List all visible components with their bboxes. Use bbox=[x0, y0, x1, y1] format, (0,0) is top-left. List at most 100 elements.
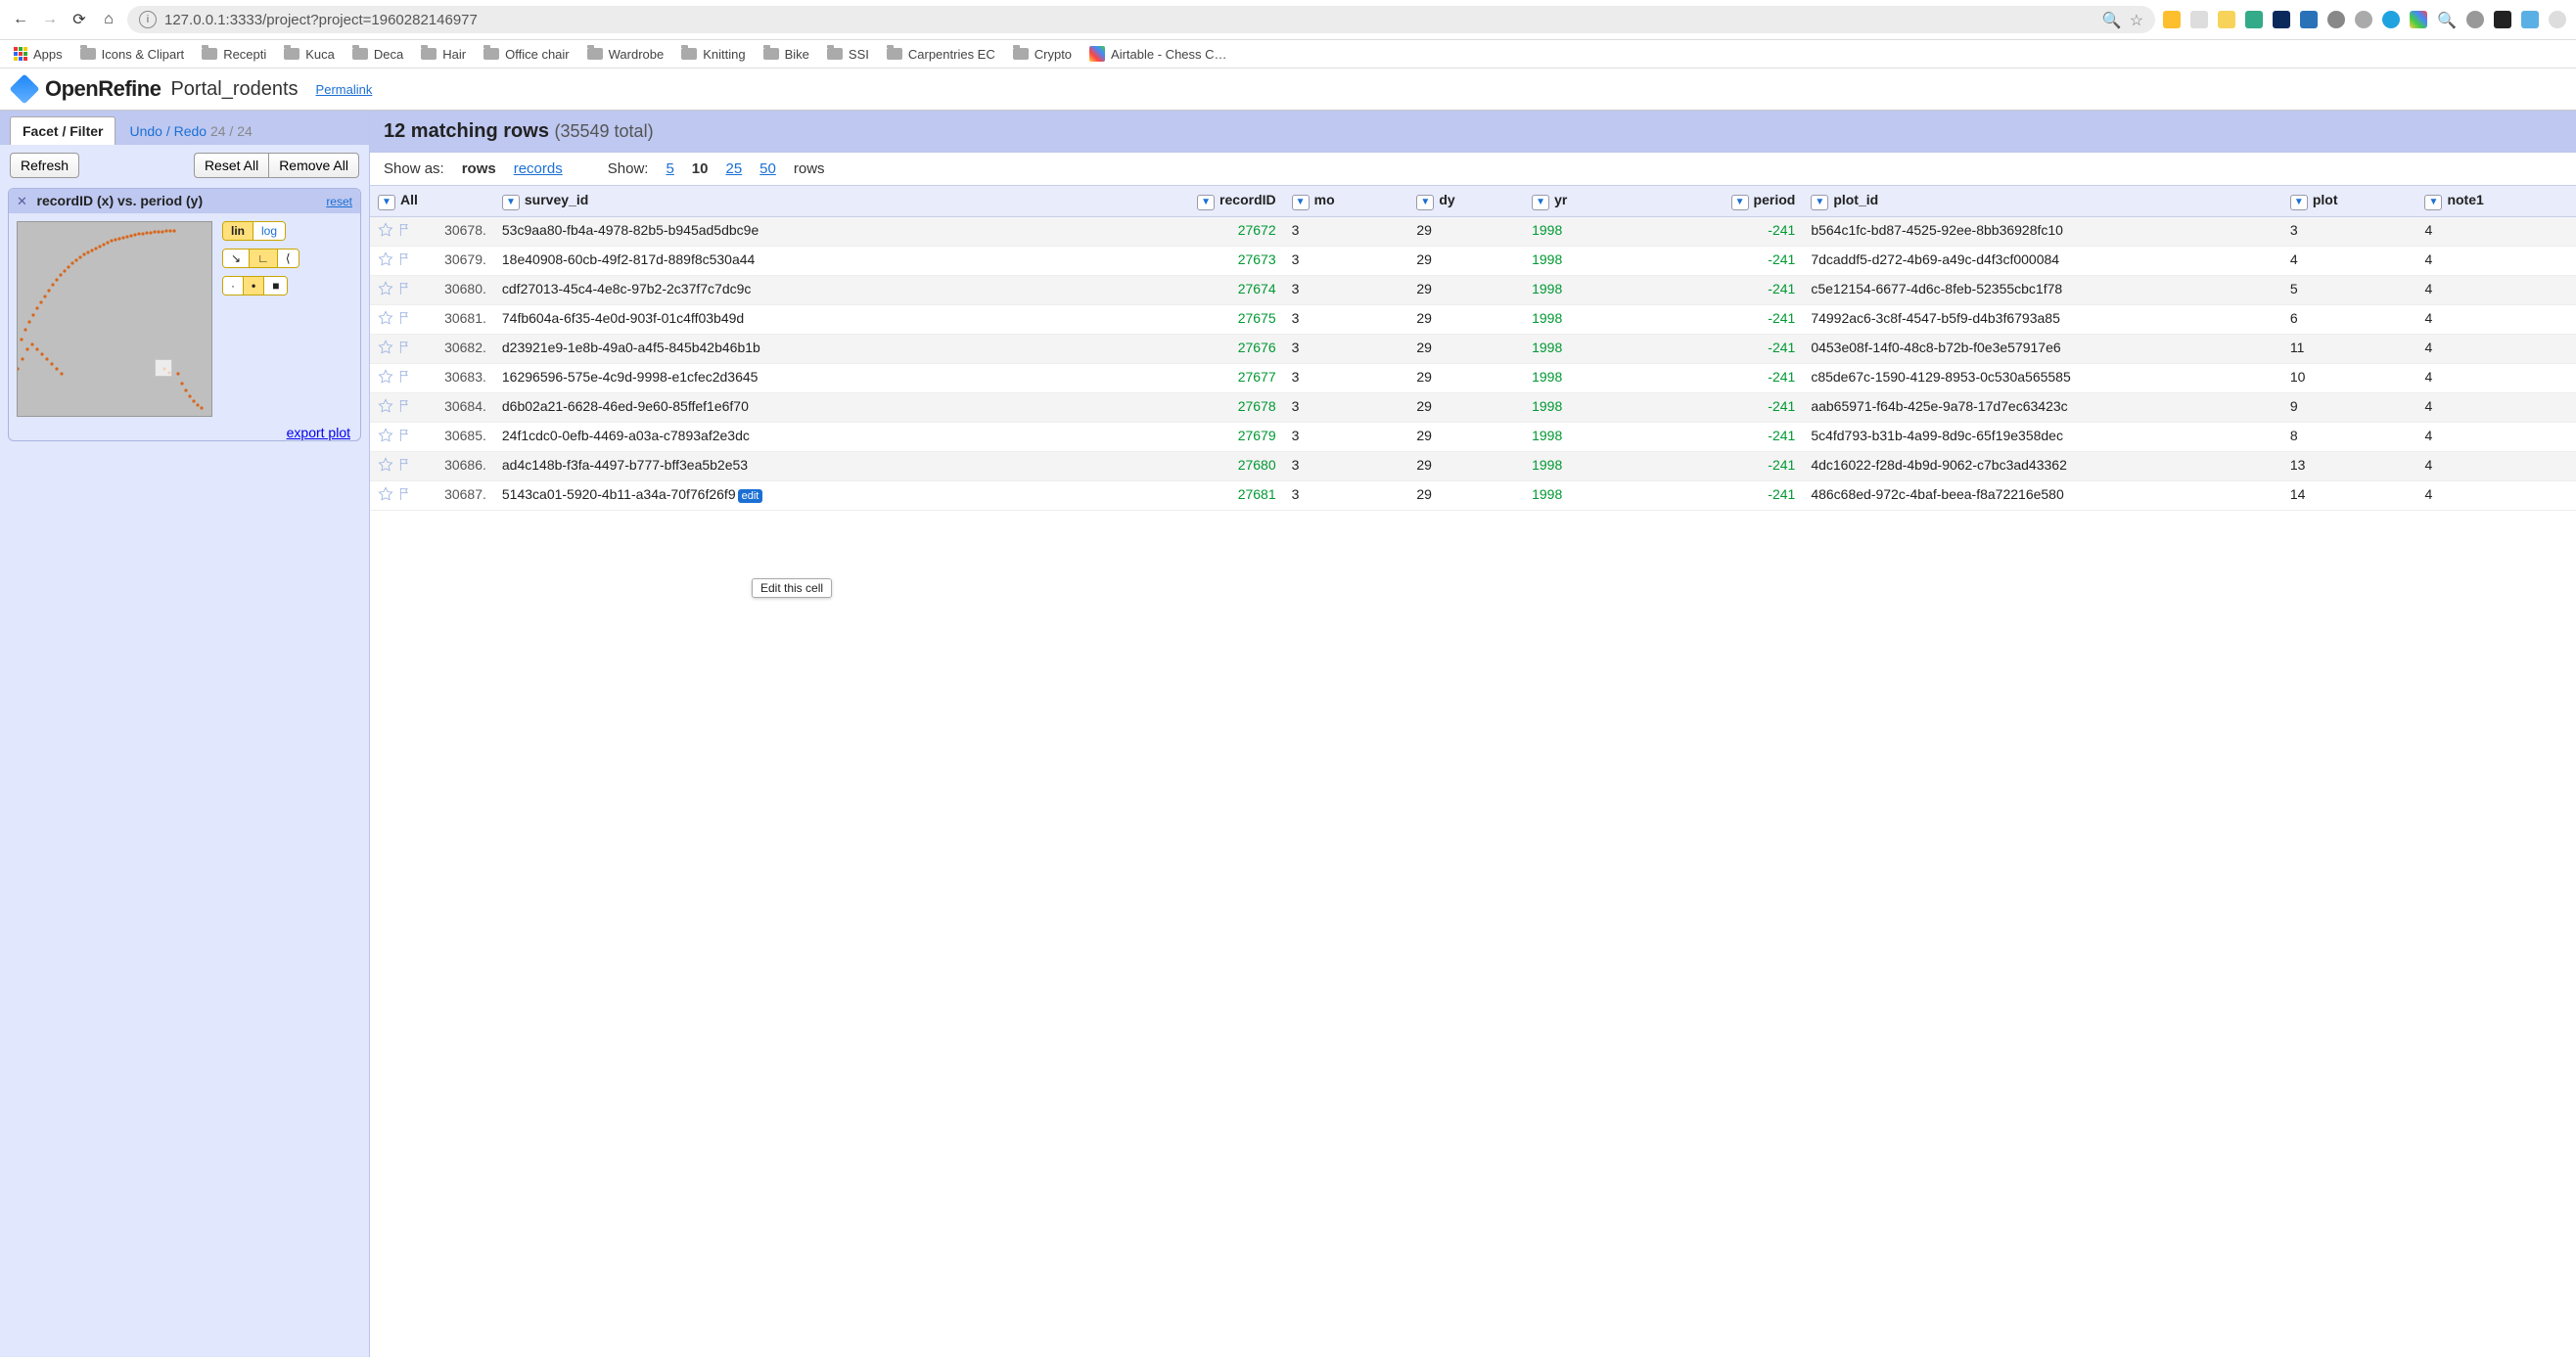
cell-note1[interactable]: 4 bbox=[2416, 452, 2576, 481]
bookmark-item[interactable]: Deca bbox=[352, 47, 403, 62]
cell-yr[interactable]: 1998 bbox=[1524, 481, 1633, 511]
cell-yr[interactable]: 1998 bbox=[1524, 335, 1633, 364]
cell-plot[interactable]: 6 bbox=[2282, 305, 2417, 335]
reload-button[interactable]: ⟳ bbox=[69, 9, 90, 30]
page-size-50[interactable]: 50 bbox=[759, 160, 776, 177]
flag-icon[interactable] bbox=[397, 428, 413, 443]
flag-icon[interactable] bbox=[397, 398, 413, 414]
ext-icon[interactable] bbox=[2494, 11, 2511, 28]
cell-note1[interactable]: 4 bbox=[2416, 335, 2576, 364]
permalink-link[interactable]: Permalink bbox=[316, 82, 373, 97]
bookmark-item[interactable]: Bike bbox=[763, 47, 809, 62]
cell-note1[interactable]: 4 bbox=[2416, 393, 2576, 423]
cell-recordid[interactable]: 27672 bbox=[1082, 217, 1284, 247]
cell-survey-id[interactable]: 53c9aa80-fb4a-4978-82b5-b945ad5dbc9e bbox=[494, 217, 1082, 247]
star-icon[interactable] bbox=[378, 222, 393, 238]
cell-dy[interactable]: 29 bbox=[1408, 217, 1524, 247]
cell-period[interactable]: -241 bbox=[1633, 217, 1803, 247]
cell-plot-id[interactable]: 0453e08f-14f0-48c8-b72b-f0e3e57917e6 bbox=[1803, 335, 2282, 364]
cell-yr[interactable]: 1998 bbox=[1524, 217, 1633, 247]
cell-recordid[interactable]: 27679 bbox=[1082, 423, 1284, 452]
ext-icon[interactable] bbox=[2466, 11, 2484, 28]
column-menu[interactable]: ▼ bbox=[1731, 195, 1749, 210]
cell-note1[interactable]: 4 bbox=[2416, 481, 2576, 511]
cell-plot[interactable]: 13 bbox=[2282, 452, 2417, 481]
cell-plot-id[interactable]: 5c4fd793-b31b-4a99-8d9c-65f19e358dec bbox=[1803, 423, 2282, 452]
page-size-10[interactable]: 10 bbox=[692, 160, 709, 177]
ext-icon[interactable] bbox=[2218, 11, 2235, 28]
column-menu[interactable]: ▼ bbox=[502, 195, 520, 210]
cell-dy[interactable]: 29 bbox=[1408, 423, 1524, 452]
cell-period[interactable]: -241 bbox=[1633, 393, 1803, 423]
cell-survey-id[interactable]: 16296596-575e-4c9d-9998-e1cfec2d3645 bbox=[494, 364, 1082, 393]
column-menu[interactable]: ▼ bbox=[1197, 195, 1215, 210]
tab-undo-redo[interactable]: Undo / Redo 24 / 24 bbox=[117, 117, 263, 145]
dot-opt[interactable]: ■ bbox=[264, 277, 287, 295]
cell-survey-id[interactable]: ad4c148b-f3fa-4497-b777-bff3ea5b2e53 bbox=[494, 452, 1082, 481]
cell-survey-id[interactable]: 74fb604a-6f35-4e0d-903f-01c4ff03b49d bbox=[494, 305, 1082, 335]
openrefine-logo-icon[interactable] bbox=[9, 73, 39, 104]
cell-yr[interactable]: 1998 bbox=[1524, 305, 1633, 335]
cell-yr[interactable]: 1998 bbox=[1524, 452, 1633, 481]
zoom-icon[interactable]: 🔍 bbox=[2102, 11, 2122, 28]
cell-plot[interactable]: 14 bbox=[2282, 481, 2417, 511]
cell-mo[interactable]: 3 bbox=[1284, 305, 1409, 335]
cell-yr[interactable]: 1998 bbox=[1524, 276, 1633, 305]
bookmark-apps[interactable]: Apps bbox=[14, 47, 63, 62]
flag-icon[interactable] bbox=[397, 486, 413, 502]
cell-recordid[interactable]: 27676 bbox=[1082, 335, 1284, 364]
bookmark-item[interactable]: Office chair bbox=[483, 47, 570, 62]
cell-mo[interactable]: 3 bbox=[1284, 276, 1409, 305]
cell-plot[interactable]: 9 bbox=[2282, 393, 2417, 423]
cell-note1[interactable]: 4 bbox=[2416, 364, 2576, 393]
reset-all-button[interactable]: Reset All bbox=[194, 153, 268, 178]
cell-period[interactable]: -241 bbox=[1633, 276, 1803, 305]
cell-survey-id[interactable]: d23921e9-1e8b-49a0-a4f5-845b42b46b1b bbox=[494, 335, 1082, 364]
address-bar[interactable]: i 127.0.0.1:3333/project?project=1960282… bbox=[127, 6, 2155, 33]
cell-dy[interactable]: 29 bbox=[1408, 305, 1524, 335]
star-icon[interactable] bbox=[378, 428, 393, 443]
cell-plot[interactable]: 10 bbox=[2282, 364, 2417, 393]
cell-dy[interactable]: 29 bbox=[1408, 481, 1524, 511]
cell-yr[interactable]: 1998 bbox=[1524, 393, 1633, 423]
show-as-records[interactable]: records bbox=[514, 160, 563, 177]
rot-opt[interactable]: ∟ bbox=[250, 250, 278, 267]
cell-yr[interactable]: 1998 bbox=[1524, 247, 1633, 276]
cell-plot-id[interactable]: 486c68ed-972c-4baf-beea-f8a72216e580 bbox=[1803, 481, 2282, 511]
flag-icon[interactable] bbox=[397, 222, 413, 238]
page-size-5[interactable]: 5 bbox=[666, 160, 673, 177]
cell-dy[interactable]: 29 bbox=[1408, 364, 1524, 393]
scale-lin[interactable]: lin bbox=[223, 222, 253, 240]
tab-facet-filter[interactable]: Facet / Filter bbox=[10, 116, 115, 145]
cell-note1[interactable]: 4 bbox=[2416, 423, 2576, 452]
cell-mo[interactable]: 3 bbox=[1284, 481, 1409, 511]
cell-note1[interactable]: 4 bbox=[2416, 276, 2576, 305]
cell-plot-id[interactable]: c85de67c-1590-4129-8953-0c530a565585 bbox=[1803, 364, 2282, 393]
cell-period[interactable]: -241 bbox=[1633, 452, 1803, 481]
scatter-selection[interactable] bbox=[155, 359, 172, 377]
cell-dy[interactable]: 29 bbox=[1408, 276, 1524, 305]
star-icon[interactable] bbox=[378, 310, 393, 326]
column-menu[interactable]: ▼ bbox=[1811, 195, 1828, 210]
cell-plot-id[interactable]: 7dcaddf5-d272-4b69-a49c-d4f3cf000084 bbox=[1803, 247, 2282, 276]
ext-icon[interactable]: 🔍 bbox=[2437, 11, 2457, 28]
cell-period[interactable]: -241 bbox=[1633, 364, 1803, 393]
cell-mo[interactable]: 3 bbox=[1284, 452, 1409, 481]
site-info-icon[interactable]: i bbox=[139, 11, 157, 28]
bookmark-item[interactable]: Carpentries EC bbox=[887, 47, 995, 62]
cell-mo[interactable]: 3 bbox=[1284, 364, 1409, 393]
bookmark-item[interactable]: Wardrobe bbox=[587, 47, 665, 62]
ext-icon[interactable] bbox=[2190, 11, 2208, 28]
cell-recordid[interactable]: 27673 bbox=[1082, 247, 1284, 276]
facet-reset-link[interactable]: reset bbox=[326, 195, 352, 208]
export-plot-link[interactable]: export plot bbox=[287, 425, 350, 440]
column-menu[interactable]: ▼ bbox=[1416, 195, 1434, 210]
cell-period[interactable]: -241 bbox=[1633, 305, 1803, 335]
bookmark-item[interactable]: Airtable - Chess C… bbox=[1089, 46, 1226, 62]
cell-dy[interactable]: 29 bbox=[1408, 247, 1524, 276]
column-menu-all[interactable]: ▼ bbox=[378, 195, 395, 210]
dot-opt[interactable]: • bbox=[244, 277, 264, 295]
cell-survey-id[interactable]: 24f1cdc0-0efb-4469-a03a-c7893af2e3dc bbox=[494, 423, 1082, 452]
ext-icon[interactable] bbox=[2300, 11, 2318, 28]
star-icon[interactable] bbox=[378, 369, 393, 385]
